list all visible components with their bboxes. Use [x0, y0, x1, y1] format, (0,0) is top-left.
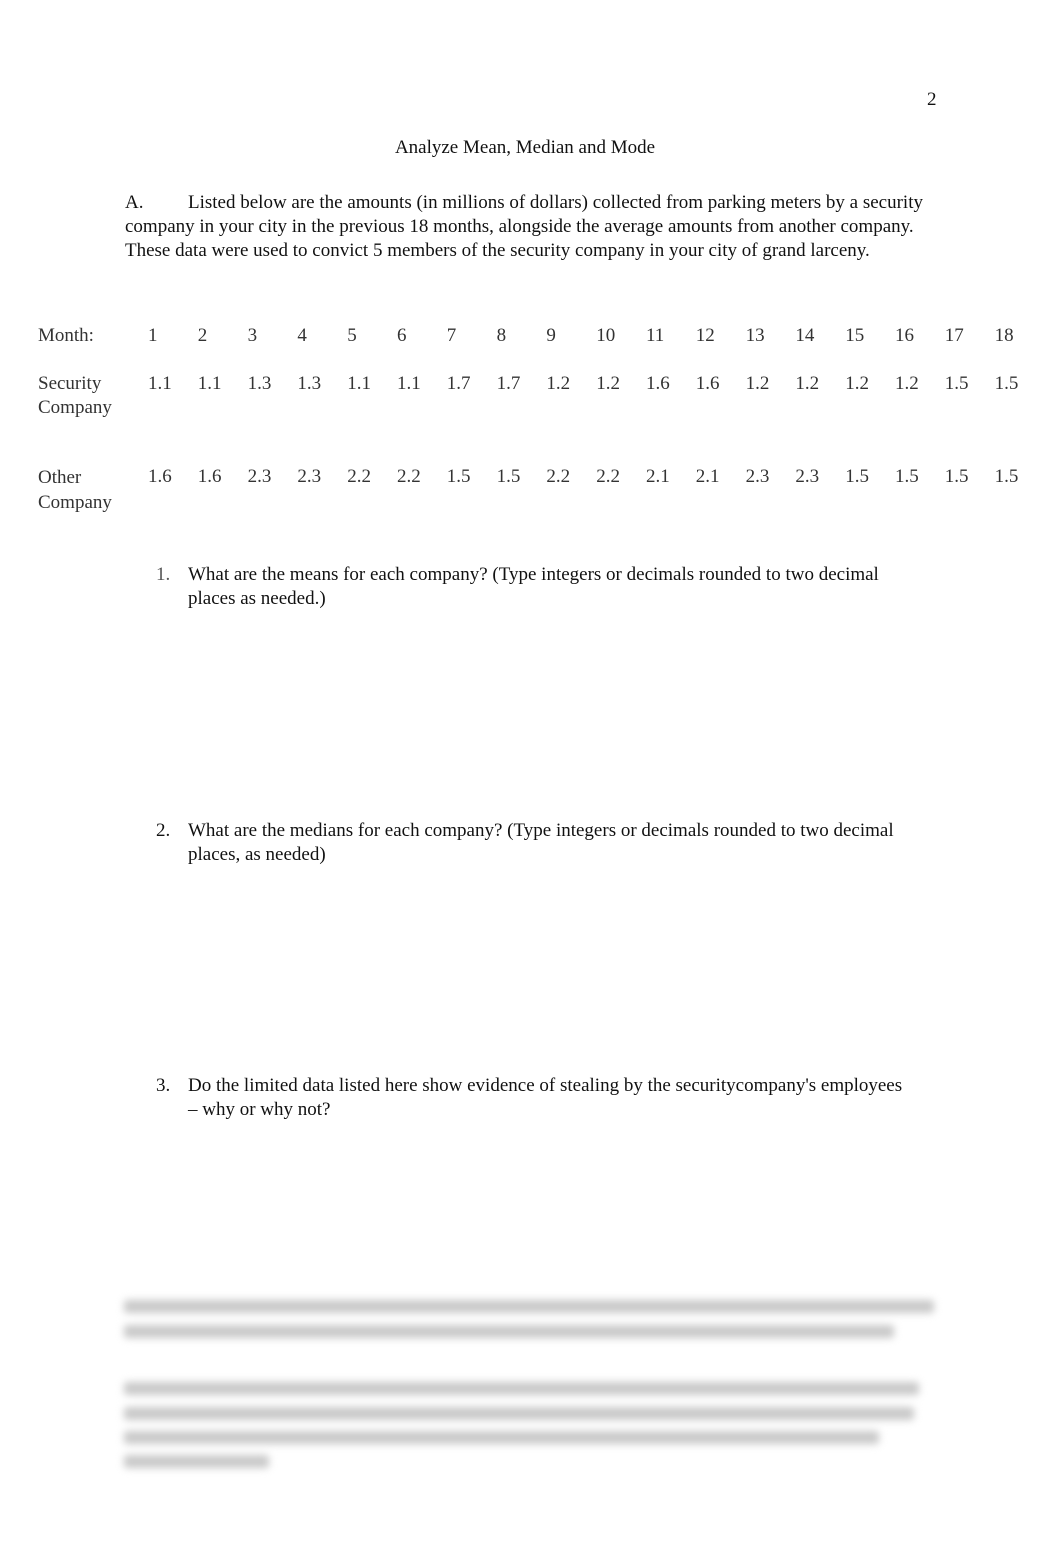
month-header: 15 — [845, 325, 865, 346]
security-value-cell: 1.2 — [795, 373, 820, 394]
month-header: 5 — [347, 325, 357, 346]
month-header: 13 — [745, 325, 765, 346]
security-value-cell: 1.1 — [197, 373, 222, 394]
question-text: What are the means for each company? (Ty… — [188, 564, 879, 609]
month-header: 9 — [546, 325, 556, 346]
other-value-cell: 1.5 — [446, 466, 471, 487]
month-header: 3 — [247, 325, 258, 346]
other-value-cell: 1.6 — [197, 466, 222, 487]
security-value-cell: 1.2 — [745, 373, 770, 394]
security-value-cell: 1.1 — [397, 373, 421, 394]
other-label: Other Company — [38, 465, 112, 515]
other-value-cell: 2.3 — [297, 466, 322, 487]
other-value-cell: 2.1 — [646, 466, 670, 487]
security-label: Security Company — [38, 372, 112, 420]
other-value-cell: 1.5 — [845, 466, 869, 487]
page-number: 2 — [927, 89, 937, 110]
question-number: 3. — [156, 1075, 171, 1096]
month-header: 4 — [297, 325, 307, 346]
month-header: 12 — [695, 325, 715, 346]
security-value-cell: 1.3 — [297, 373, 322, 394]
security-value-cell: 1.6 — [695, 373, 720, 394]
other-value-cell: 2.2 — [347, 466, 371, 487]
blurred-answer-preview — [118, 1292, 938, 1482]
month-header: 7 — [446, 325, 457, 346]
question-2: 2. What are the medians for each company… — [156, 819, 916, 867]
section-text: Listed below are the amounts (in million… — [125, 192, 923, 261]
security-value-cell: 1.7 — [446, 373, 471, 394]
question-number: 1. — [156, 564, 171, 585]
row-label-line: Company — [38, 397, 112, 418]
month-header: 18 — [994, 325, 1014, 346]
section-label: A. — [125, 192, 144, 213]
other-value-cell: 2.3 — [247, 466, 272, 487]
security-value-cell: 1.3 — [247, 373, 272, 394]
question-number: 2. — [156, 820, 171, 841]
row-label-line: Company — [38, 492, 112, 513]
security-value-cell: 1.5 — [994, 373, 1019, 394]
other-value-cell: 1.5 — [994, 466, 1019, 487]
question-3: 3. Do the limited data listed here show … — [156, 1074, 916, 1122]
month-header: 17 — [944, 325, 964, 346]
month-header: 8 — [496, 325, 507, 346]
month-label: Month: — [38, 325, 94, 346]
other-value-cell: 1.5 — [895, 466, 919, 487]
security-value-cell: 1.2 — [596, 373, 620, 394]
month-header: 1 — [148, 325, 158, 346]
security-value-cell: 1.5 — [944, 373, 969, 394]
other-value-cell: 2.3 — [795, 466, 820, 487]
security-value-cell: 1.2 — [546, 373, 571, 394]
page-title: Analyze Mean, Median and Mode — [394, 137, 656, 158]
row-label-line: Other — [38, 467, 82, 488]
row-label-line: Security — [38, 373, 102, 394]
month-header: 16 — [895, 325, 914, 346]
month-header: 10 — [596, 325, 616, 346]
other-value-cell: 1.5 — [496, 466, 521, 487]
security-value-cell: 1.1 — [347, 373, 371, 394]
other-value-cell: 2.3 — [745, 466, 770, 487]
other-value-cell: 1.6 — [148, 466, 172, 487]
other-value-cell: 2.2 — [596, 466, 620, 487]
security-value-cell: 1.6 — [646, 373, 670, 394]
security-value-cell: 1.2 — [845, 373, 869, 394]
security-value-cell: 1.1 — [148, 373, 172, 394]
question-text: Do the limited data listed here show evi… — [188, 1075, 903, 1120]
security-value-cell: 1.7 — [496, 373, 521, 394]
other-value-cell: 2.2 — [397, 466, 421, 487]
security-value-cell: 1.2 — [895, 373, 919, 394]
other-value-cell: 2.1 — [695, 466, 720, 487]
intro-paragraph: A. Listed below are the amounts (in milli… — [125, 191, 935, 263]
question-text: What are the medians for each company? (… — [188, 820, 894, 865]
question-1: 1. What are the means for each company? … — [156, 563, 916, 611]
other-value-cell: 2.2 — [546, 466, 571, 487]
other-value-cell: 1.5 — [944, 466, 969, 487]
month-header: 6 — [397, 325, 407, 346]
month-header: 11 — [646, 325, 665, 346]
month-header: 14 — [795, 325, 815, 346]
month-header: 2 — [197, 325, 208, 346]
